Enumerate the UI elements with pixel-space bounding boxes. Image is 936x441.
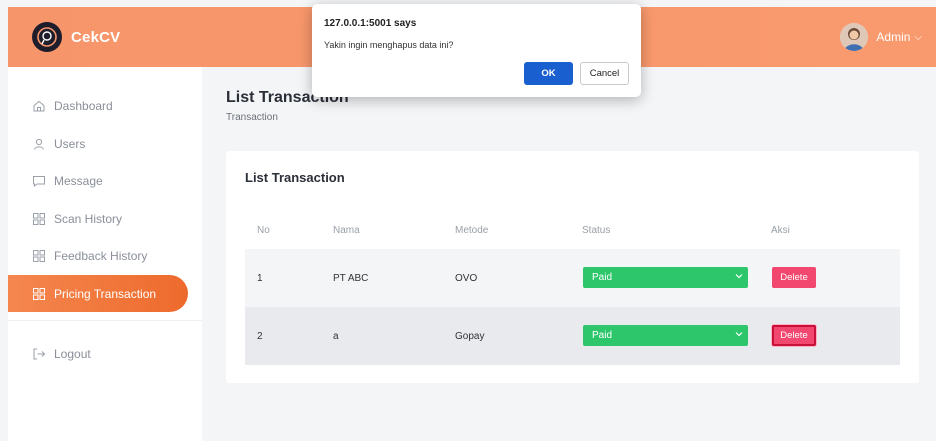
- brand-name: CekCV: [71, 28, 121, 46]
- sidebar-item-pricing-transaction[interactable]: Pricing Transaction: [8, 275, 188, 312]
- column-header-aksi: Aksi: [771, 225, 790, 236]
- cancel-button[interactable]: Cancel: [580, 62, 629, 85]
- column-header-no: No: [257, 225, 270, 236]
- cell-metode: Gopay: [455, 331, 485, 342]
- delete-button[interactable]: Delete: [772, 325, 816, 346]
- dialog-title: 127.0.0.1:5001 says: [324, 18, 417, 29]
- sidebar-item-label: Logout: [54, 346, 91, 361]
- status-select[interactable]: Paid: [583, 267, 748, 288]
- logout-icon: [32, 347, 46, 361]
- brand-logo-icon: [32, 22, 62, 52]
- chevron-down-icon: [734, 271, 744, 284]
- status-select[interactable]: Paid: [583, 325, 748, 346]
- cell-metode: OVO: [455, 273, 478, 284]
- transaction-card: List Transaction No Nama Metode Status A…: [226, 151, 919, 383]
- sidebar-item-scan-history[interactable]: Scan History: [8, 200, 188, 237]
- grid-icon: [32, 249, 46, 263]
- sidebar-item-label: Feedback History: [54, 248, 148, 263]
- user-icon: [32, 137, 46, 151]
- column-header-nama: Nama: [333, 225, 360, 236]
- message-icon: [32, 174, 46, 188]
- cell-no: 1: [257, 273, 263, 284]
- dialog-message: Yakin ingin menghapus data ini?: [324, 40, 454, 50]
- cell-nama: PT ABC: [333, 273, 369, 284]
- status-value: Paid: [592, 330, 613, 341]
- avatar: [840, 23, 869, 51]
- delete-button[interactable]: Delete: [772, 267, 816, 288]
- user-menu[interactable]: Admin ⌵: [840, 23, 922, 51]
- table-row: 2 a Gopay Paid Delete: [245, 307, 900, 365]
- grid-icon: [32, 212, 46, 226]
- sidebar-item-label: Pricing Transaction: [54, 286, 157, 301]
- sidebar: Dashboard Users Message Scan History Fee…: [8, 67, 202, 441]
- grid-icon: [32, 287, 46, 301]
- cell-no: 2: [257, 331, 263, 342]
- table-row: 1 PT ABC OVO Paid Delete: [245, 249, 900, 307]
- brand[interactable]: CekCV: [32, 22, 120, 52]
- sidebar-item-logout[interactable]: Logout: [8, 335, 188, 372]
- column-header-metode: Metode: [455, 225, 489, 236]
- chevron-down-icon: ⌵: [914, 31, 922, 43]
- cell-nama: a: [333, 331, 339, 342]
- sidebar-item-dashboard[interactable]: Dashboard: [8, 87, 188, 124]
- sidebar-item-feedback-history[interactable]: Feedback History: [8, 237, 188, 274]
- sidebar-item-message[interactable]: Message: [8, 162, 188, 199]
- user-name: Admin: [876, 30, 911, 44]
- sidebar-divider: [8, 320, 202, 321]
- chevron-down-icon: [734, 329, 744, 342]
- confirm-dialog: 127.0.0.1:5001 says Yakin ingin menghapu…: [312, 4, 641, 97]
- sidebar-item-label: Dashboard: [54, 98, 113, 113]
- sidebar-item-label: Message: [54, 173, 103, 188]
- sidebar-item-label: Users: [54, 136, 86, 151]
- card-title: List Transaction: [245, 170, 345, 185]
- status-value: Paid: [592, 272, 613, 283]
- sidebar-item-label: Scan History: [54, 211, 123, 226]
- breadcrumb: Transaction: [226, 112, 278, 123]
- sidebar-item-users[interactable]: Users: [8, 125, 188, 162]
- home-icon: [32, 99, 46, 113]
- column-header-status: Status: [582, 225, 611, 236]
- ok-button[interactable]: OK: [524, 62, 573, 85]
